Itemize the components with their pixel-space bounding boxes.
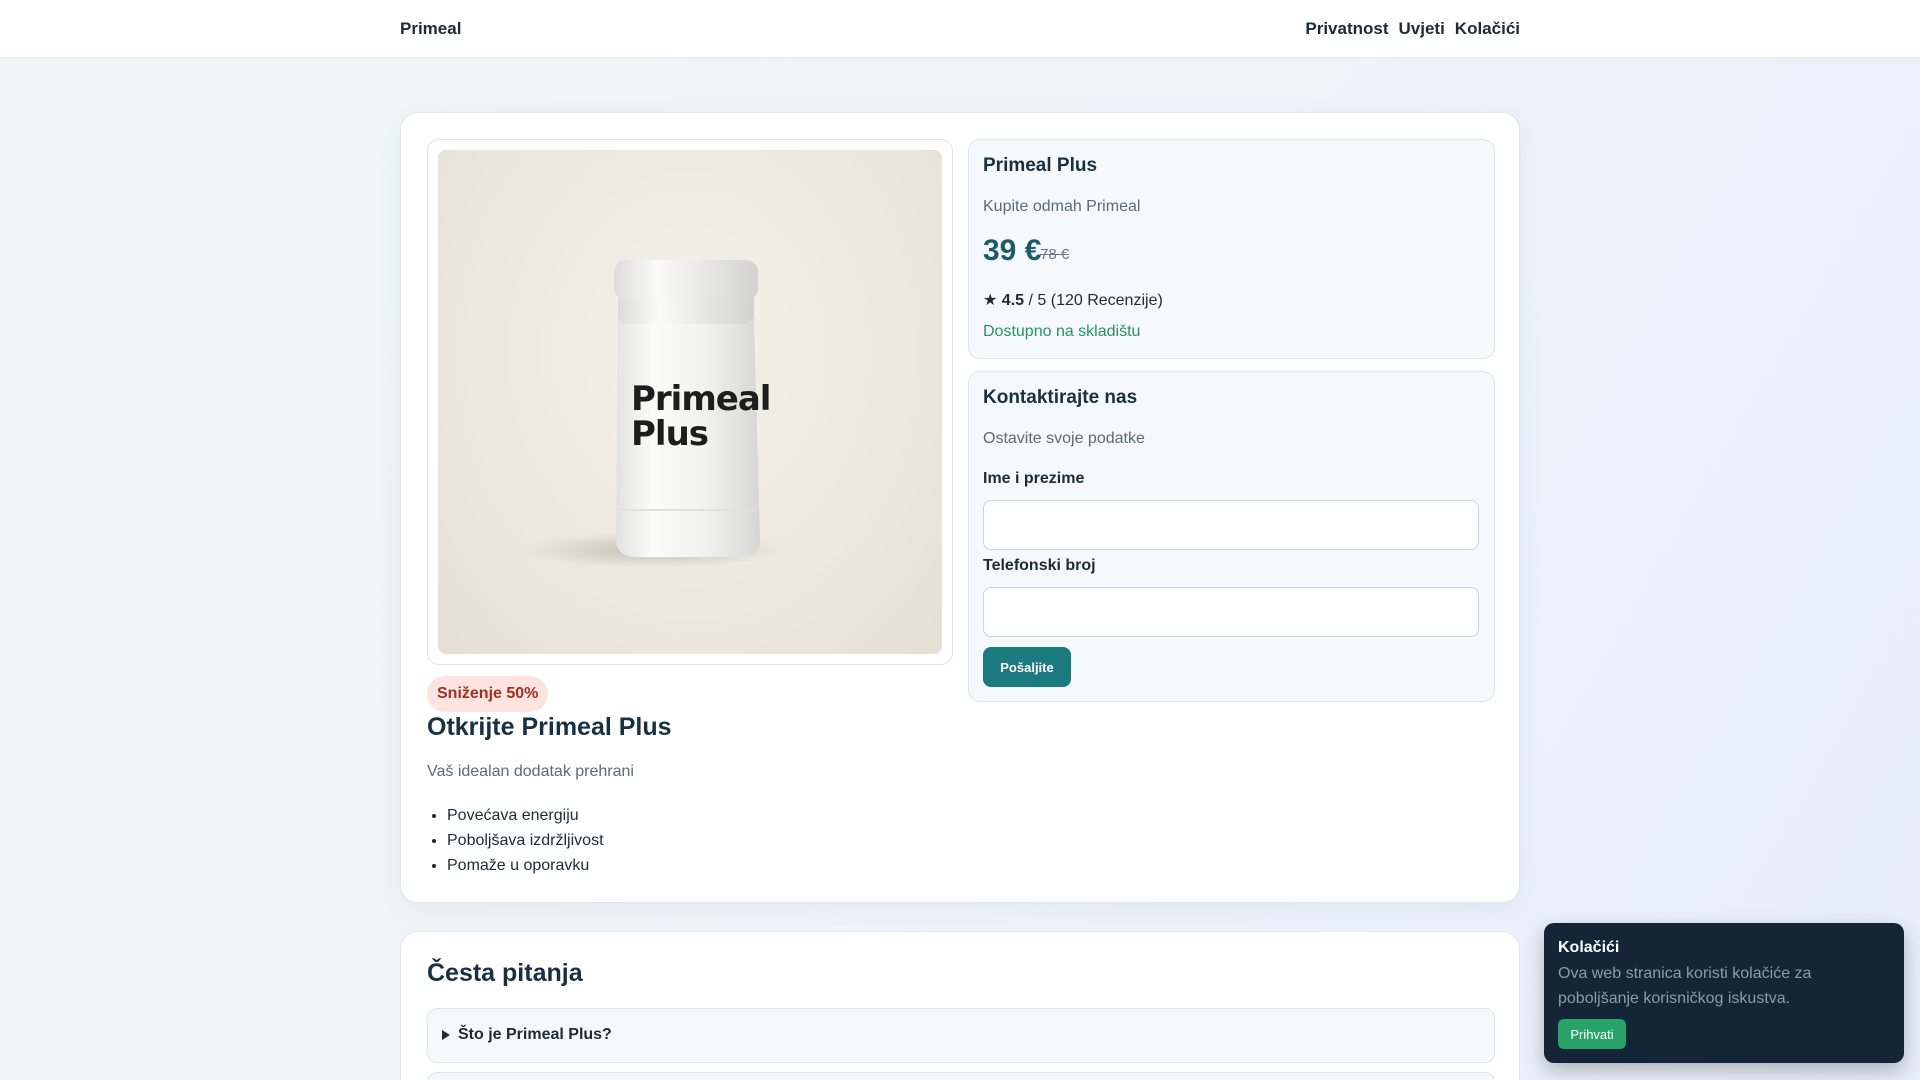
name-input[interactable] — [983, 500, 1479, 550]
old-price: 78 € — [1040, 246, 1070, 263]
rating-value: 4.5 — [1001, 292, 1025, 309]
bottle-label-text: Primeal Plus — [631, 379, 771, 454]
promo-subtitle: Vaš idealan dodatak prehrani — [427, 763, 634, 780]
brand-logo[interactable]: Primeal — [400, 19, 461, 39]
star-icon: ★ — [983, 292, 998, 309]
rating-count: / 5 (120 Recenzije) — [1028, 292, 1163, 309]
contact-title: Kontaktirajte nas — [983, 387, 1138, 408]
faq-section: Česta pitanja Što je Primeal Plus? — [400, 931, 1520, 1080]
product-name: Primeal Plus — [983, 155, 1098, 176]
stock-status: Dostupno na skladištu — [983, 323, 1141, 340]
submit-button[interactable]: Pošaljite — [983, 647, 1071, 687]
faq-item[interactable]: Što je Primeal Plus? — [427, 1008, 1495, 1063]
cookie-text: Ova web stranica koristi kolačiće za pob… — [1558, 965, 1812, 1007]
benefits-list: Povećava energiju Poboljšava izdržljivos… — [447, 803, 604, 878]
product-image-frame: Primeal Plus — [427, 139, 953, 665]
disclosure-triangle-icon — [442, 1030, 450, 1040]
benefit-item: Povećava energiju — [447, 803, 604, 828]
product-tagline: Kupite odmah Primeal — [983, 198, 1141, 215]
name-label: Ime i prezime — [983, 470, 1085, 487]
product-info-box: Primeal Plus Kupite odmah Primeal 39 € 7… — [968, 139, 1495, 359]
top-navbar: Primeal Privatnost Uvjeti Kolačići — [0, 0, 1920, 58]
cookie-banner: Kolačići Ova web stranica koristi kolači… — [1544, 923, 1904, 1063]
nav-links: Privatnost Uvjeti Kolačići — [1305, 19, 1520, 39]
faq-question: Što je Primeal Plus? — [458, 1026, 612, 1043]
accept-cookies-button[interactable]: Prihvati — [1558, 1019, 1626, 1049]
product-image: Primeal Plus — [438, 150, 942, 654]
nav-link-terms[interactable]: Uvjeti — [1399, 19, 1445, 39]
nav-link-privacy[interactable]: Privatnost — [1305, 19, 1388, 39]
product-card: Primeal Plus Sniženje 50% Otkrijte Prime… — [400, 112, 1520, 903]
cookie-title: Kolačići — [1558, 939, 1620, 956]
nav-link-cookies[interactable]: Kolačići — [1455, 19, 1520, 39]
faq-title: Česta pitanja — [427, 959, 583, 987]
contact-subtitle: Ostavite svoje podatke — [983, 430, 1145, 447]
current-price: 39 € — [983, 234, 1042, 267]
phone-label: Telefonski broj — [983, 557, 1096, 574]
promo-title: Otkrijte Primeal Plus — [427, 713, 672, 741]
benefit-item: Pomaže u oporavku — [447, 853, 604, 878]
benefit-item: Poboljšava izdržljivost — [447, 828, 604, 853]
rating: ★ 4.5 / 5 (120 Recenzije) — [983, 290, 1163, 310]
faq-item-partial[interactable] — [427, 1072, 1495, 1080]
discount-badge: Sniženje 50% — [427, 676, 549, 712]
contact-form: Kontaktirajte nas Ostavite svoje podatke… — [968, 371, 1495, 702]
phone-input[interactable] — [983, 587, 1479, 637]
